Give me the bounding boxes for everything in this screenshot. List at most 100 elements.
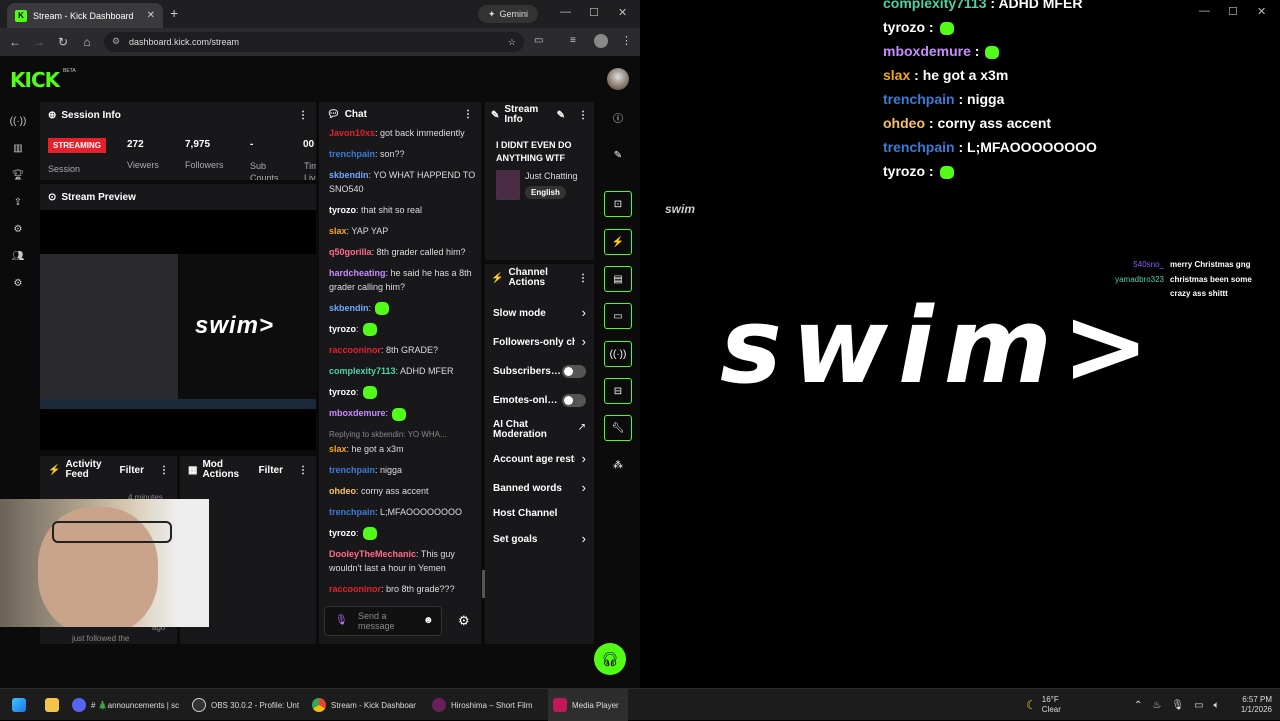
chat-message[interactable]: trenchpain: son??	[329, 147, 477, 161]
player-maximize-icon[interactable]: ☐	[1228, 5, 1238, 18]
profile-avatar[interactable]	[594, 34, 608, 48]
chat-username[interactable]: skbendin	[329, 170, 369, 180]
chat-message[interactable]: tyrozo:	[329, 385, 477, 400]
chat-message[interactable]: complexity7113: ADHD MFER	[329, 364, 477, 378]
upload-nav-icon[interactable]: ⇪	[8, 189, 28, 216]
settings-nav-icon[interactable]: ⚙	[8, 270, 28, 297]
subscribers-only-toggle[interactable]	[562, 365, 586, 378]
activity-menu-icon[interactable]: ⋮	[159, 465, 169, 476]
minimize-icon[interactable]: —	[560, 6, 571, 18]
community-nav-icon[interactable]: 👥︎	[8, 243, 28, 270]
mod-menu-icon[interactable]: ⋮	[298, 465, 308, 476]
display-icon[interactable]: ▭	[1194, 700, 1203, 711]
chat-message[interactable]: hardcheating: he said he has a 8th grade…	[329, 266, 477, 294]
chat-username[interactable]: tyrozo	[329, 205, 356, 215]
activity-filter-button[interactable]: Filter	[120, 465, 144, 476]
emotes-only-toggle[interactable]	[562, 394, 586, 407]
session-menu-icon[interactable]: ⋮	[298, 110, 308, 121]
chat-message[interactable]: q50gorilla: 8th grader called him?	[329, 245, 477, 259]
chat-settings-icon[interactable]: ⚙	[458, 613, 470, 629]
maximize-icon[interactable]: ☐	[589, 6, 599, 19]
info-icon[interactable]: ⓘ	[604, 104, 632, 130]
notes-icon[interactable]: ▤	[604, 266, 632, 292]
chat-message[interactable]: skbendin: YO WHAT HAPPEND TO SNO540	[329, 168, 477, 196]
microphone-icon[interactable]: 🎙︎	[1171, 700, 1184, 711]
chevron-up-icon[interactable]: ⌃	[1134, 700, 1142, 711]
chat-username[interactable]: trenchpain	[329, 507, 375, 517]
chat-message[interactable]: trenchpain: L;MFAOOOOOOOO	[329, 505, 477, 519]
clip-icon[interactable]: ⊡	[604, 191, 632, 217]
channel-actions-menu-icon[interactable]: ⋮	[578, 273, 588, 284]
file-explorer-button[interactable]	[45, 689, 59, 721]
chat-message[interactable]: slax: he got a x3m	[329, 442, 477, 456]
chat-username[interactable]: hardcheating	[329, 268, 386, 278]
stream-nav-icon[interactable]: ((·))	[8, 108, 28, 135]
close-window-icon[interactable]: ✕	[618, 6, 627, 19]
chat-username[interactable]: raccooninor	[329, 345, 381, 355]
preview-video[interactable]: swim>	[40, 254, 316, 409]
chat-message[interactable]: ohdeo: corny ass accent	[329, 484, 477, 498]
chat-username[interactable]: trenchpain	[329, 465, 375, 475]
chat-username[interactable]: Javon10xs	[329, 128, 375, 138]
chat-message[interactable]: tyrozo:	[329, 322, 477, 337]
chat-message[interactable]: tyrozo:	[329, 526, 477, 540]
bookmark-star-icon[interactable]: ☆	[508, 37, 516, 48]
site-info-icon[interactable]: ⚙	[112, 36, 120, 47]
trophy-nav-icon[interactable]: 🏆︎	[8, 162, 28, 189]
gemini-button[interactable]: ✦ Gemini	[478, 5, 539, 23]
chat-message[interactable]: mboxdemure:	[329, 406, 477, 421]
chat-popout-icon[interactable]: ▭	[604, 303, 632, 329]
chat-username[interactable]: ohdeo	[329, 486, 356, 496]
chat-message[interactable]: raccooninor: 8th GRADE?	[329, 343, 477, 357]
discord-taskbar-item[interactable]: # 🎄announcements | sc	[72, 689, 184, 721]
player-close-icon[interactable]: ✕	[1257, 5, 1266, 18]
obs-taskbar-item[interactable]: OBS 30.0.2 - Profile: Unt	[192, 689, 304, 721]
mic-icon[interactable]: 🎙︎	[335, 615, 348, 626]
url-field[interactable]: ⚙ dashboard.kick.com/stream ☆	[104, 32, 524, 52]
chat-message[interactable]: slax: YAP YAP	[329, 224, 477, 238]
edit-stream-info-icon[interactable]: ✎	[557, 110, 565, 121]
close-tab-icon[interactable]: ✕	[147, 10, 155, 21]
chat-message[interactable]: Javon10xs: got back immediently	[329, 126, 477, 140]
support-button[interactable]: 🎧︎	[594, 643, 626, 675]
chat-username[interactable]: tyrozo	[329, 528, 356, 538]
reload-icon[interactable]: ↻	[51, 35, 75, 49]
steam-icon[interactable]: ♨	[1152, 700, 1161, 711]
chat-menu-icon[interactable]: ⋮	[463, 109, 473, 120]
layout-icon[interactable]: ⊟	[604, 378, 632, 404]
chat-message[interactable]: skbendin:	[329, 301, 477, 316]
forward-icon[interactable]: →	[27, 35, 51, 49]
reading-list-icon[interactable]: ≡	[570, 35, 576, 46]
user-avatar[interactable]	[607, 68, 629, 90]
back-icon[interactable]: ←	[3, 35, 27, 49]
chat-message[interactable]: trenchpain: nigga	[329, 463, 477, 477]
broadcast-icon[interactable]: ((·))	[604, 341, 632, 367]
chat-message[interactable]: DooleyTheMechanic: This guy wouldn't las…	[329, 547, 477, 575]
browser-tab[interactable]: K Stream - Kick Dashboard ✕	[7, 3, 163, 28]
kick-logo[interactable]: KICK	[10, 68, 60, 92]
stream-info-menu-icon[interactable]: ⋮	[578, 110, 588, 121]
mod-filter-button[interactable]: Filter	[259, 465, 283, 476]
bolt-icon[interactable]: ⚡	[604, 229, 632, 255]
player-minimize-icon[interactable]: —	[1199, 5, 1210, 17]
hiroshima-taskbar-item[interactable]: Hiroshima – Short Film	[432, 689, 544, 721]
chat-message[interactable]: raccooninor: bro 8th grade???	[329, 582, 477, 596]
cast-icon[interactable]: ▭	[534, 35, 543, 46]
weather-widget[interactable]: ☾ 16°F Clear	[1026, 689, 1061, 721]
chat-message[interactable]: tyrozo: that shit so real	[329, 203, 477, 217]
chat-input[interactable]: 🎙︎ Send a message ☻	[324, 606, 442, 636]
chat-username[interactable]: slax	[329, 444, 347, 454]
chat-username[interactable]: tyrozo	[329, 324, 356, 334]
chat-username[interactable]: slax	[329, 226, 347, 236]
media-player-taskbar-item[interactable]: Media Player	[548, 689, 628, 721]
home-icon[interactable]: ⌂	[75, 35, 99, 49]
clock[interactable]: 6:57 PM 1/1/2026	[1232, 689, 1272, 721]
chat-username[interactable]: q50gorilla	[329, 247, 372, 257]
chat-username[interactable]: mboxdemure	[329, 408, 386, 418]
browser-menu-icon[interactable]: ⋮	[621, 34, 632, 47]
moderation-nav-icon[interactable]: ⚙	[8, 216, 28, 243]
chat-username[interactable]: complexity7113	[329, 366, 396, 376]
new-tab-icon[interactable]: +	[170, 5, 178, 21]
wrench-icon[interactable]: 🔧︎	[604, 415, 632, 441]
analytics-nav-icon[interactable]: ▥	[8, 135, 28, 162]
